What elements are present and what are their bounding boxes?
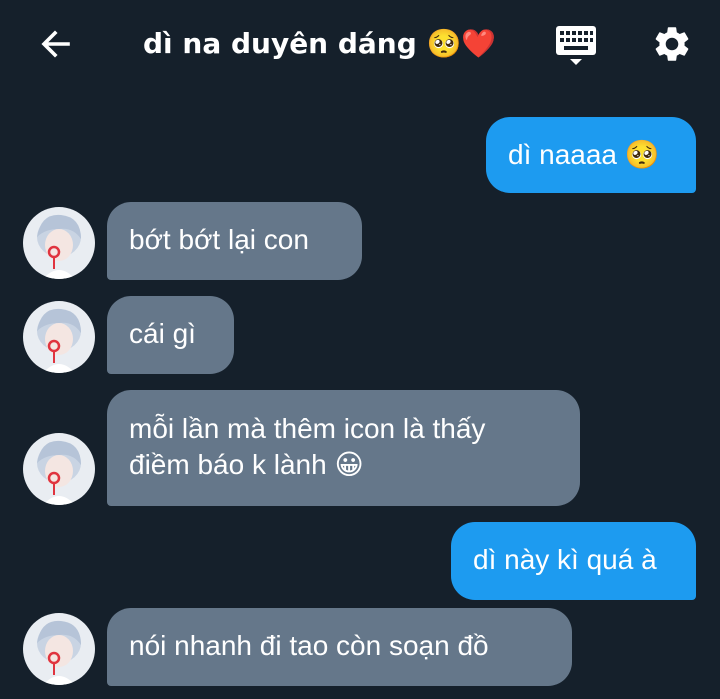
settings-button[interactable]: [650, 22, 694, 66]
message-bubble-received[interactable]: bớt bớt lại con: [107, 202, 362, 280]
message-text-line: mỗi lần mà thêm icon là thấy: [129, 413, 486, 444]
message-bubble-sent[interactable]: dì naaaa 🥺: [486, 117, 696, 193]
avatar-image: [23, 433, 95, 505]
keyboard-icon: [556, 26, 596, 65]
back-button[interactable]: [36, 24, 76, 64]
gear-icon: [655, 27, 689, 61]
avatar-image: [23, 301, 95, 373]
message-bubble-sent[interactable]: dì này kì quá à: [451, 522, 696, 600]
message-text: bớt bớt lại con: [129, 224, 309, 255]
avatar[interactable]: [23, 301, 95, 373]
avatar-image: [23, 613, 95, 685]
conversation-title: dì na duyên dáng 🥺❤️: [143, 27, 497, 60]
message-text-line: điềm báo k lành 😀: [129, 449, 364, 480]
message-bubble-received[interactable]: nói nhanh đi tao còn soạn đồ: [107, 608, 572, 686]
keyboard-button[interactable]: [554, 24, 598, 68]
avatar[interactable]: [23, 433, 95, 505]
message-text: nói nhanh đi tao còn soạn đồ: [129, 630, 489, 661]
message-text: dì này kì quá à: [473, 544, 657, 575]
chat-header: dì na duyên dáng 🥺❤️: [0, 0, 720, 92]
arrow-left-icon: [41, 30, 70, 58]
message-bubble-received[interactable]: mỗi lần mà thêm icon là thấy điềm báo k …: [107, 390, 580, 506]
message-bubble-received[interactable]: cái gì: [107, 296, 234, 374]
avatar[interactable]: [23, 613, 95, 685]
message-text: cái gì: [129, 318, 196, 349]
avatar-image: [23, 207, 95, 279]
avatar[interactable]: [23, 207, 95, 279]
message-text: dì naaaa 🥺: [508, 139, 660, 170]
